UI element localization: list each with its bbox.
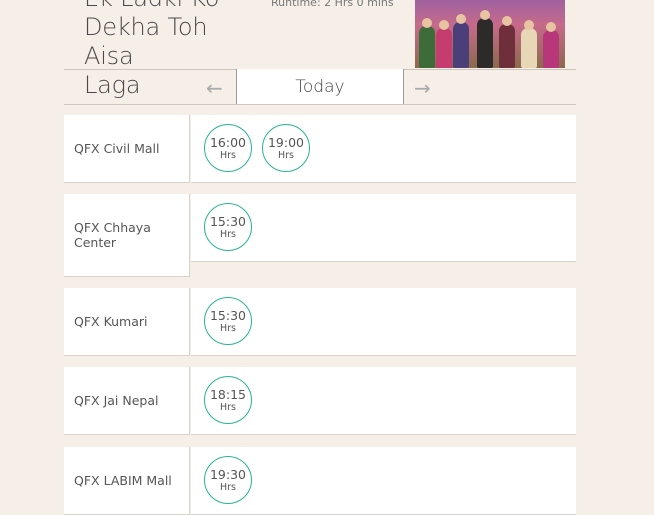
poster-figure (502, 16, 512, 26)
showtimes-list: 16:00 Hrs 19:00 Hrs (191, 115, 576, 183)
cinema-name: QFX Kumari (64, 288, 190, 356)
arrow-left-icon[interactable]: ← (206, 76, 223, 100)
showtime-button[interactable]: 15:30 Hrs (204, 297, 252, 345)
showtime-unit: Hrs (278, 149, 294, 161)
poster-figure (521, 28, 537, 68)
poster-figure (524, 20, 534, 30)
poster-figure (419, 26, 435, 68)
poster-figure (480, 10, 490, 20)
showtime-button[interactable]: 18:15 Hrs (204, 376, 252, 424)
showtime-time: 16:00 (209, 134, 247, 150)
showtime-time: 19:30 (209, 466, 247, 482)
showtime-time: 15:30 (209, 307, 247, 323)
movie-poster[interactable] (415, 0, 565, 68)
cinema-name: QFX Chhaya Center (64, 194, 190, 277)
movie-runtime: Runtime: 2 Hrs 0 mins (271, 0, 394, 9)
arrow-right-icon[interactable]: → (414, 76, 431, 100)
showtime-unit: Hrs (220, 149, 236, 161)
date-navigator: ← Today → (64, 69, 576, 105)
showtime-unit: Hrs (220, 401, 236, 413)
showtime-button[interactable]: 19:00 Hrs (262, 124, 310, 172)
showtimes-list: 15:30 Hrs (191, 194, 576, 262)
current-date-button[interactable]: Today (236, 69, 404, 104)
poster-figure (436, 28, 452, 68)
showtime-button[interactable]: 16:00 Hrs (204, 124, 252, 172)
poster-figure (546, 22, 556, 32)
showtime-unit: Hrs (220, 322, 236, 334)
showtime-time: 19:00 (267, 134, 305, 150)
showtimes-list: 18:15 Hrs (191, 367, 576, 435)
showtimes-list: 19:30 Hrs (191, 447, 576, 515)
cinema-name: QFX Civil Mall (64, 115, 190, 183)
poster-figure (499, 24, 515, 68)
poster-figure (422, 18, 432, 28)
poster-figure (439, 20, 449, 30)
showtime-button[interactable]: 15:30 Hrs (204, 203, 252, 251)
showtime-time: 15:30 (209, 213, 247, 229)
cinema-name: QFX Jai Nepal (64, 367, 190, 435)
cinema-name: QFX LABIM Mall (64, 447, 190, 515)
poster-figure (477, 18, 493, 68)
showtime-unit: Hrs (220, 481, 236, 493)
showtime-unit: Hrs (220, 228, 236, 240)
showtimes-list: 15:30 Hrs (191, 288, 576, 356)
showtime-time: 18:15 (209, 386, 247, 402)
poster-figure (543, 30, 559, 68)
poster-figure (456, 14, 466, 24)
showtime-button[interactable]: 19:30 Hrs (204, 456, 252, 504)
poster-figure (453, 22, 469, 68)
